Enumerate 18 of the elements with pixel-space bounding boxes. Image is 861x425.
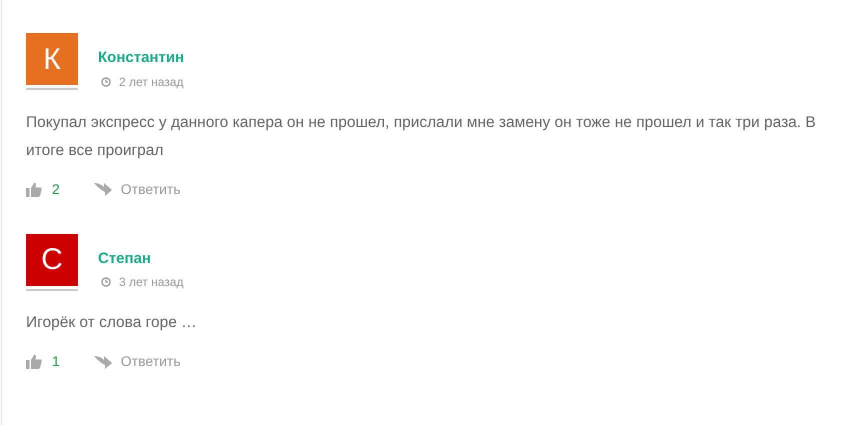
avatar: С — [26, 234, 78, 286]
thumbs-up-icon[interactable] — [26, 182, 42, 196]
reply-button[interactable]: Ответить — [94, 351, 181, 372]
avatar: К — [26, 33, 78, 85]
clock-icon — [101, 277, 111, 287]
author-name: Константин — [98, 48, 184, 68]
author-name: Степан — [98, 248, 152, 268]
reply-button[interactable]: Ответить — [94, 178, 181, 200]
comment-time: 3 лет назад — [119, 274, 184, 291]
reply-arrow-icon — [94, 354, 112, 368]
comment-text: Игорёк от слова горе … — [26, 313, 198, 333]
comment-time: 2 лет назад — [119, 74, 184, 90]
thumbs-up-icon[interactable] — [26, 354, 42, 369]
reply-arrow-icon — [94, 182, 112, 196]
clock-icon — [101, 76, 111, 86]
like-count: 2 — [52, 180, 60, 198]
comment-text: Покупал экспресс у данного капера он не прошел, прислали мне замену он тоже не прошел и так три раза. В итоге все проиграл — [26, 112, 817, 160]
like-count: 1 — [52, 352, 60, 371]
